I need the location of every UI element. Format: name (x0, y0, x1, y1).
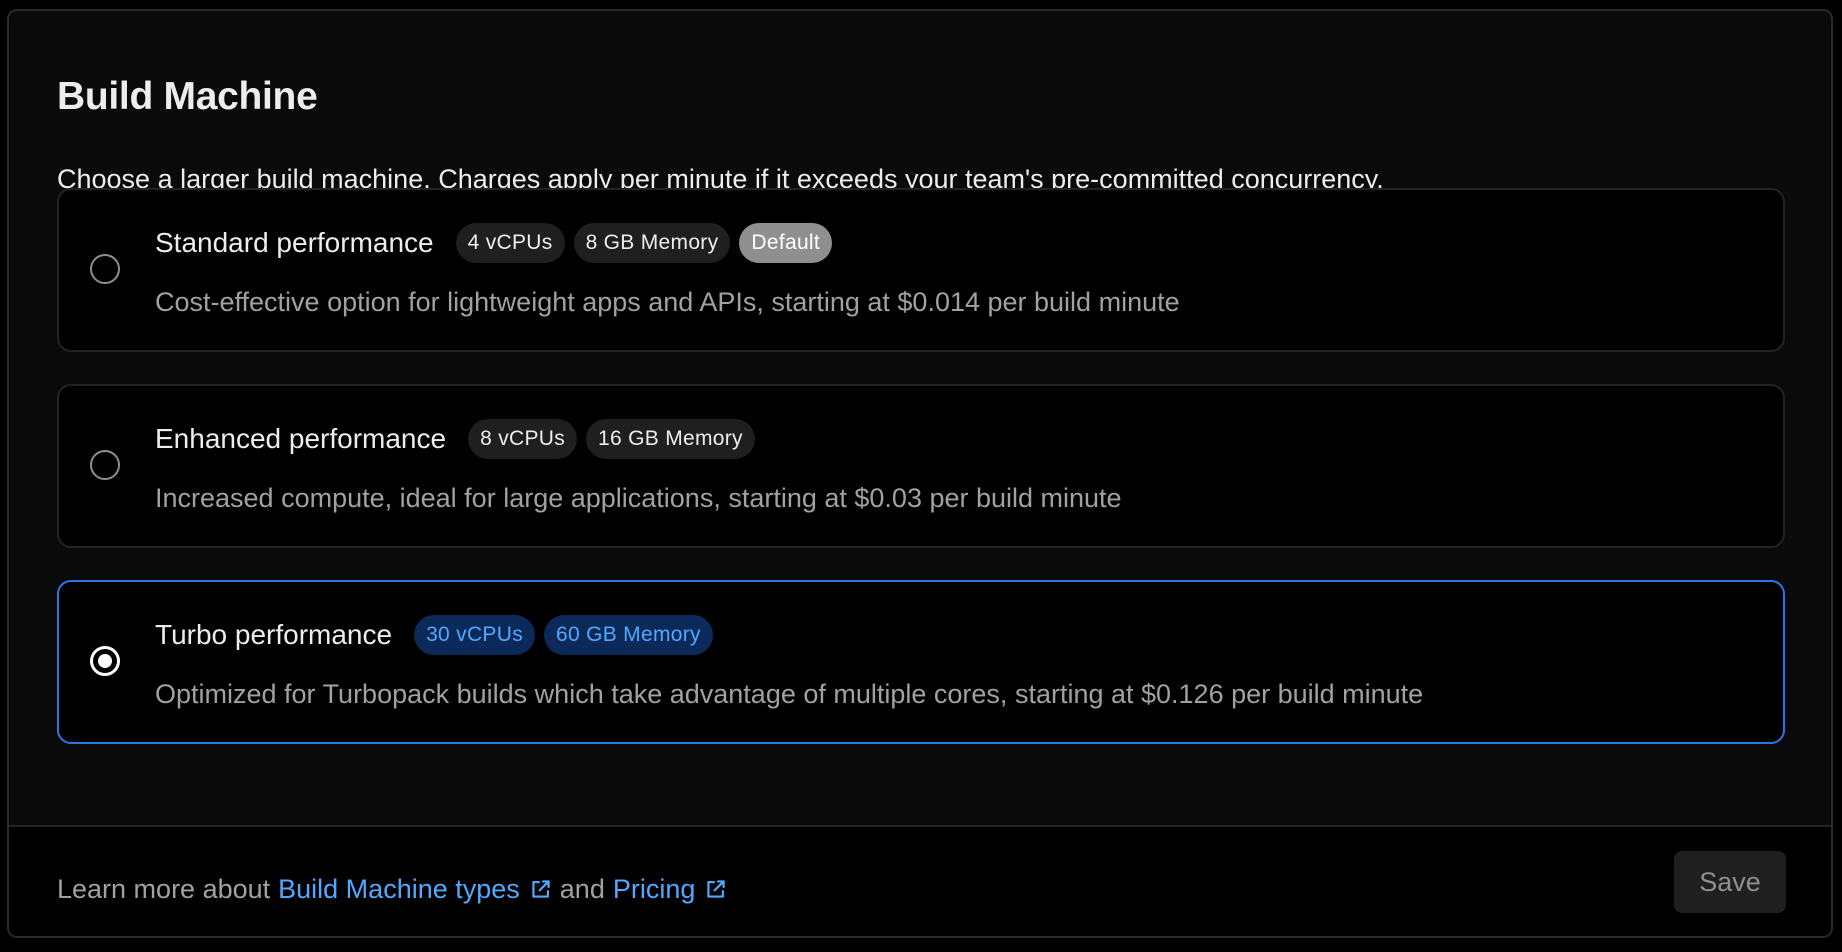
learn-more-conjunction: and (559, 874, 605, 904)
default-badge: Default (739, 223, 833, 263)
memory-badge: 16 GB Memory (586, 419, 755, 459)
option-description: Increased compute, ideal for large appli… (155, 483, 1122, 513)
option-enhanced-performance[interactable]: Enhanced performance 8 vCPUs 16 GB Memor… (57, 384, 1785, 548)
cpu-badge: 8 vCPUs (468, 419, 578, 459)
save-button[interactable]: Save (1674, 851, 1786, 913)
radio-selected-icon[interactable] (90, 646, 120, 676)
build-machine-types-link[interactable]: Build Machine types (278, 871, 552, 907)
external-link-icon (532, 880, 550, 898)
panel-footer: Learn more about Build Machine types and… (9, 825, 1831, 936)
option-name: Turbo performance (155, 619, 393, 650)
memory-badge: 8 GB Memory (573, 223, 731, 263)
build-machine-types-link-label: Build Machine types (278, 874, 520, 904)
external-link-icon (707, 880, 726, 898)
option-description: Optimized for Turbopack builds which tak… (155, 679, 1424, 709)
learn-more-text: Learn more about Build Machine types and… (57, 871, 727, 907)
pricing-link[interactable]: Pricing (613, 871, 728, 907)
radio-unselected-icon[interactable] (90, 450, 120, 480)
build-machine-panel: Build Machine Choose a larger build mach… (7, 9, 1833, 938)
option-turbo-performance[interactable]: Turbo performance 30 vCPUs 60 GB Memory … (57, 580, 1785, 744)
option-description: Cost-effective option for lightweight ap… (155, 287, 1180, 317)
option-name: Enhanced performance (155, 423, 447, 454)
cpu-badge: 30 vCPUs (414, 615, 536, 655)
section-title: Build Machine (57, 75, 318, 118)
memory-badge: 60 GB Memory (544, 615, 713, 655)
learn-more-prefix: Learn more about (57, 874, 271, 904)
option-standard-performance[interactable]: Standard performance 4 vCPUs 8 GB Memory… (57, 188, 1785, 352)
cpu-badge: 4 vCPUs (455, 223, 565, 263)
radio-unselected-icon[interactable] (90, 254, 120, 284)
option-name: Standard performance (155, 227, 434, 258)
pricing-link-label: Pricing (612, 874, 696, 904)
